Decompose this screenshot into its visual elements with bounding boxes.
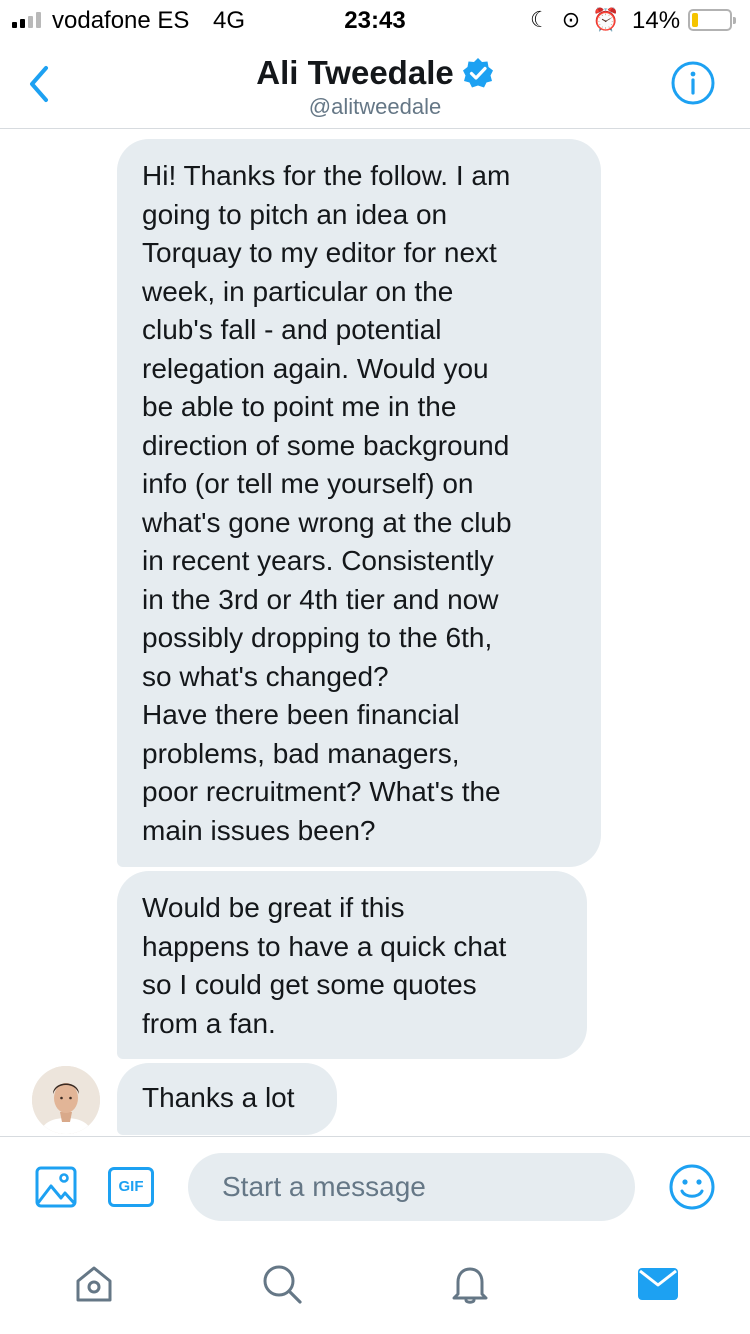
smiley-icon[interactable]: [668, 1163, 716, 1211]
contact-handle: @alitweedale: [308, 94, 442, 119]
message-line: Torquay to my editor for next: [142, 237, 497, 268]
conversation-header: Ali Tweedale @alitweedale: [0, 40, 750, 129]
message-line: club's fall - and potential: [142, 314, 442, 345]
message-line: Would be great if this: [142, 892, 405, 923]
message-composer: GIF: [0, 1136, 750, 1236]
bottom-tab-bar: [0, 1236, 750, 1334]
message-line: Have there been financial: [142, 699, 460, 730]
message-line: in recent years. Consistently: [142, 545, 494, 576]
notifications-icon[interactable]: [448, 1262, 492, 1306]
alarm-icon: ⏰: [592, 7, 620, 32]
message-bubble[interactable]: Hi! Thanks for the follow. I am going to…: [117, 139, 601, 867]
message-line: poor recruitment? What's the: [142, 776, 501, 807]
message-line: info (or tell me yourself) on: [142, 468, 474, 499]
message-line: going to pitch an idea on: [142, 198, 448, 230]
conversation-title[interactable]: Ali Tweedale @alitweedale: [0, 54, 750, 120]
message-line: Thanks a lot: [142, 1082, 295, 1113]
message-line: Hi! Thanks for the follow. I am: [142, 160, 511, 191]
search-icon[interactable]: [260, 1262, 304, 1306]
avatar-portrait: [32, 1066, 100, 1134]
battery-icon: [688, 9, 736, 31]
message-line: relegation again. Would you: [142, 352, 489, 384]
status-icons: ☾ ⊙ ⏰: [530, 7, 620, 33]
message-line: happens to have a quick chat: [142, 930, 507, 962]
gif-button[interactable]: GIF: [108, 1167, 154, 1207]
moon-icon: ☾: [530, 7, 550, 32]
image-icon[interactable]: [34, 1165, 78, 1209]
message-line: problems, bad managers,: [142, 737, 460, 769]
message-bubble[interactable]: Would be great if this happens to have a…: [117, 871, 587, 1059]
home-icon[interactable]: [72, 1262, 116, 1306]
message-line: from a fan.: [142, 1007, 276, 1039]
status-bar: vodafone ES 4G 23:43 ☾ ⊙ ⏰ 14%: [0, 0, 750, 40]
message-line: week, in particular on the: [142, 275, 454, 307]
message-line: in the 3rd or 4th tier and now: [142, 583, 499, 615]
verified-badge-icon: [462, 58, 493, 88]
message-bubble[interactable]: Thanks a lot: [117, 1063, 337, 1135]
battery-percent: 14%: [632, 7, 681, 34]
message-line: so I could get some quotes: [142, 969, 477, 1000]
message-line: direction of some background: [142, 429, 510, 461]
contact-name: Ali Tweedale: [256, 54, 454, 91]
message-line: what's gone wrong at the club: [142, 506, 512, 538]
message-line: be able to point me in the: [142, 391, 457, 422]
message-line: possibly dropping to the 6th,: [142, 622, 493, 653]
message-input[interactable]: [188, 1153, 635, 1221]
info-icon[interactable]: [670, 60, 716, 106]
messages-icon[interactable]: [636, 1262, 680, 1306]
avatar[interactable]: [32, 1066, 100, 1134]
message-line: main issues been?: [142, 814, 376, 846]
orientation-lock-icon: ⊙: [561, 7, 581, 32]
message-line: so what's changed?: [142, 660, 389, 692]
